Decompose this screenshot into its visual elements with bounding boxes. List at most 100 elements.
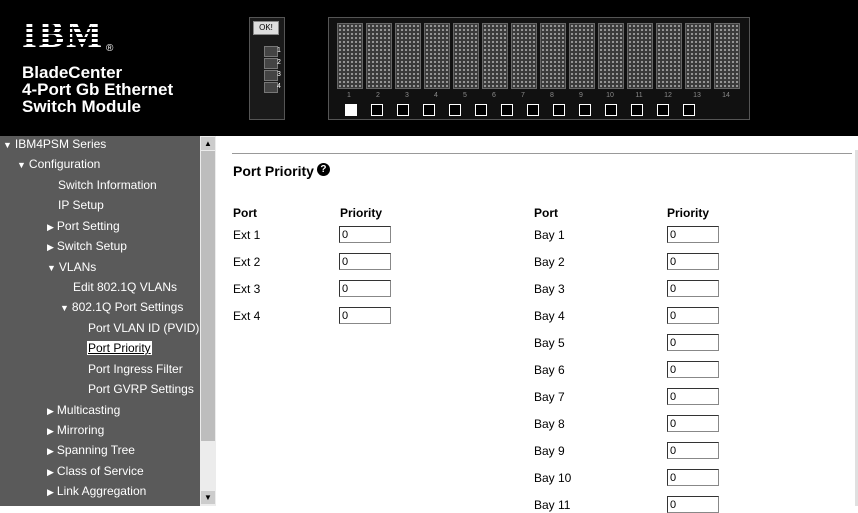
bay-select-box[interactable] (423, 104, 435, 116)
priority-input[interactable] (667, 415, 719, 432)
bay-number: 12 (664, 92, 672, 99)
chassis-bay (395, 23, 421, 89)
port-label: Ext 1 (233, 228, 261, 242)
collapsed-arrow-icon: ▶ (47, 487, 54, 497)
main-content: Port Priority? Port Priority Port Priori… (216, 136, 858, 513)
nav-port-ingress-filter[interactable]: Port Ingress Filter (88, 362, 183, 376)
nav-root[interactable]: ▼ IBM4PSM Series (3, 137, 106, 151)
nav-vlans[interactable]: ▼ VLANs (47, 260, 96, 274)
divider (232, 153, 852, 154)
bay-select-box[interactable] (449, 104, 461, 116)
nav-link-aggregation[interactable]: ▶ Link Aggregation (47, 484, 146, 498)
module-port-number: 3 (277, 71, 281, 78)
bay-select-box[interactable] (527, 104, 539, 116)
chassis-bay (482, 23, 508, 89)
ibm-logo: IBM ® (22, 14, 114, 56)
bay-number: 6 (492, 92, 496, 99)
nav-multicasting[interactable]: ▶ Multicasting (47, 403, 120, 417)
product-line-3: Switch Module (22, 97, 141, 116)
expanded-arrow-icon: ▼ (47, 263, 56, 273)
help-icon[interactable]: ? (316, 163, 330, 176)
nav-mirroring[interactable]: ▶ Mirroring (47, 423, 104, 437)
chassis-bay (337, 23, 363, 89)
bay-select-box[interactable] (605, 104, 617, 116)
module-port (264, 46, 278, 57)
bay-select-box[interactable] (371, 104, 383, 116)
port-label: Bay 11 (534, 498, 571, 512)
bay-number: 11 (635, 92, 643, 99)
bay-select-box[interactable] (579, 104, 591, 116)
expanded-arrow-icon: ▼ (17, 160, 26, 170)
bay-select-box[interactable] (397, 104, 409, 116)
nav-ip-setup[interactable]: IP Setup (58, 198, 104, 212)
nav-switch-setup[interactable]: ▶ Switch Setup (47, 239, 127, 253)
collapsed-arrow-icon: ▶ (47, 467, 54, 477)
bay-priority-header: Priority (667, 206, 710, 220)
scrollbar-thumb[interactable] (201, 151, 215, 441)
bay-number: 4 (434, 92, 438, 99)
priority-input[interactable] (339, 280, 391, 297)
ext-priority-header: Priority (340, 206, 383, 220)
chassis-bay (714, 23, 740, 89)
nav-port-setting[interactable]: ▶ Port Setting (47, 219, 120, 233)
chassis-graphic: 1 2 3 4 5 6 7 8 9 10 11 12 13 14 (328, 17, 750, 120)
priority-input[interactable] (667, 496, 719, 513)
nav-class-of-service[interactable]: ▶ Class of Service (47, 464, 144, 478)
chassis-bay (685, 23, 711, 89)
bay-number: 8 (550, 92, 554, 99)
collapsed-arrow-icon: ▶ (47, 426, 54, 436)
priority-input[interactable] (339, 253, 391, 270)
ext-port-header: Port (233, 206, 257, 220)
port-label: Bay 10 (534, 471, 572, 485)
port-label: Bay 5 (534, 336, 565, 350)
bay-number: 14 (722, 92, 730, 99)
nav-spanning-tree[interactable]: ▶ Spanning Tree (47, 443, 135, 457)
priority-input[interactable] (339, 226, 391, 243)
nav-configuration[interactable]: ▼ Configuration (17, 157, 100, 171)
bay-number: 10 (606, 92, 614, 99)
chassis-bay (540, 23, 566, 89)
product-name: BladeCenter 4-Port Gb Ethernet Switch Mo… (22, 64, 173, 115)
priority-input[interactable] (667, 469, 719, 486)
port-label: Bay 2 (534, 255, 565, 269)
port-label: Bay 1 (534, 228, 565, 242)
bay-select-box[interactable] (501, 104, 513, 116)
priority-input[interactable] (667, 334, 719, 351)
ok-led: OK! (253, 21, 279, 35)
priority-input[interactable] (667, 307, 719, 324)
port-label: Bay 9 (534, 444, 565, 458)
priority-input[interactable] (667, 442, 719, 459)
bay-select-box[interactable] (657, 104, 669, 116)
priority-input[interactable] (667, 253, 719, 270)
module-port-number: 4 (277, 83, 281, 90)
priority-input[interactable] (667, 361, 719, 378)
scroll-up-icon[interactable]: ▲ (201, 137, 215, 150)
priority-input[interactable] (667, 280, 719, 297)
nav-tree: ▼ IBM4PSM Series ▼ Configuration Switch In… (0, 136, 216, 506)
priority-input[interactable] (667, 388, 719, 405)
nav-port-priority[interactable]: Port Priority (87, 341, 152, 355)
bay-select-box[interactable] (683, 104, 695, 116)
chassis-bay (569, 23, 595, 89)
bay-port-header: Port (534, 206, 558, 220)
bay-select-box[interactable] (475, 104, 487, 116)
bay-select-box[interactable] (345, 104, 357, 116)
priority-input[interactable] (339, 307, 391, 324)
bay-select-box[interactable] (631, 104, 643, 116)
port-label: Ext 3 (233, 282, 261, 296)
priority-input[interactable] (667, 226, 719, 243)
bay-select-box[interactable] (553, 104, 565, 116)
nav-port-gvrp-settings[interactable]: Port GVRP Settings (88, 382, 194, 396)
port-label: Ext 2 (233, 255, 261, 269)
nav-edit-vlans[interactable]: Edit 802.1Q VLANs (73, 280, 177, 294)
collapsed-arrow-icon: ▶ (47, 242, 54, 252)
nav-switch-information[interactable]: Switch Information (58, 178, 157, 192)
chassis-bay (627, 23, 653, 89)
collapsed-arrow-icon: ▶ (47, 406, 54, 416)
page-title: Port Priority? (233, 163, 330, 179)
nav-scrollbar[interactable]: ▲ ▼ (200, 136, 216, 506)
scroll-down-icon[interactable]: ▼ (201, 491, 215, 504)
collapsed-arrow-icon: ▶ (47, 222, 54, 232)
nav-8021q-port-settings[interactable]: ▼ 802.1Q Port Settings (60, 300, 183, 314)
nav-port-vlan-id[interactable]: Port VLAN ID (PVID) (88, 321, 199, 335)
